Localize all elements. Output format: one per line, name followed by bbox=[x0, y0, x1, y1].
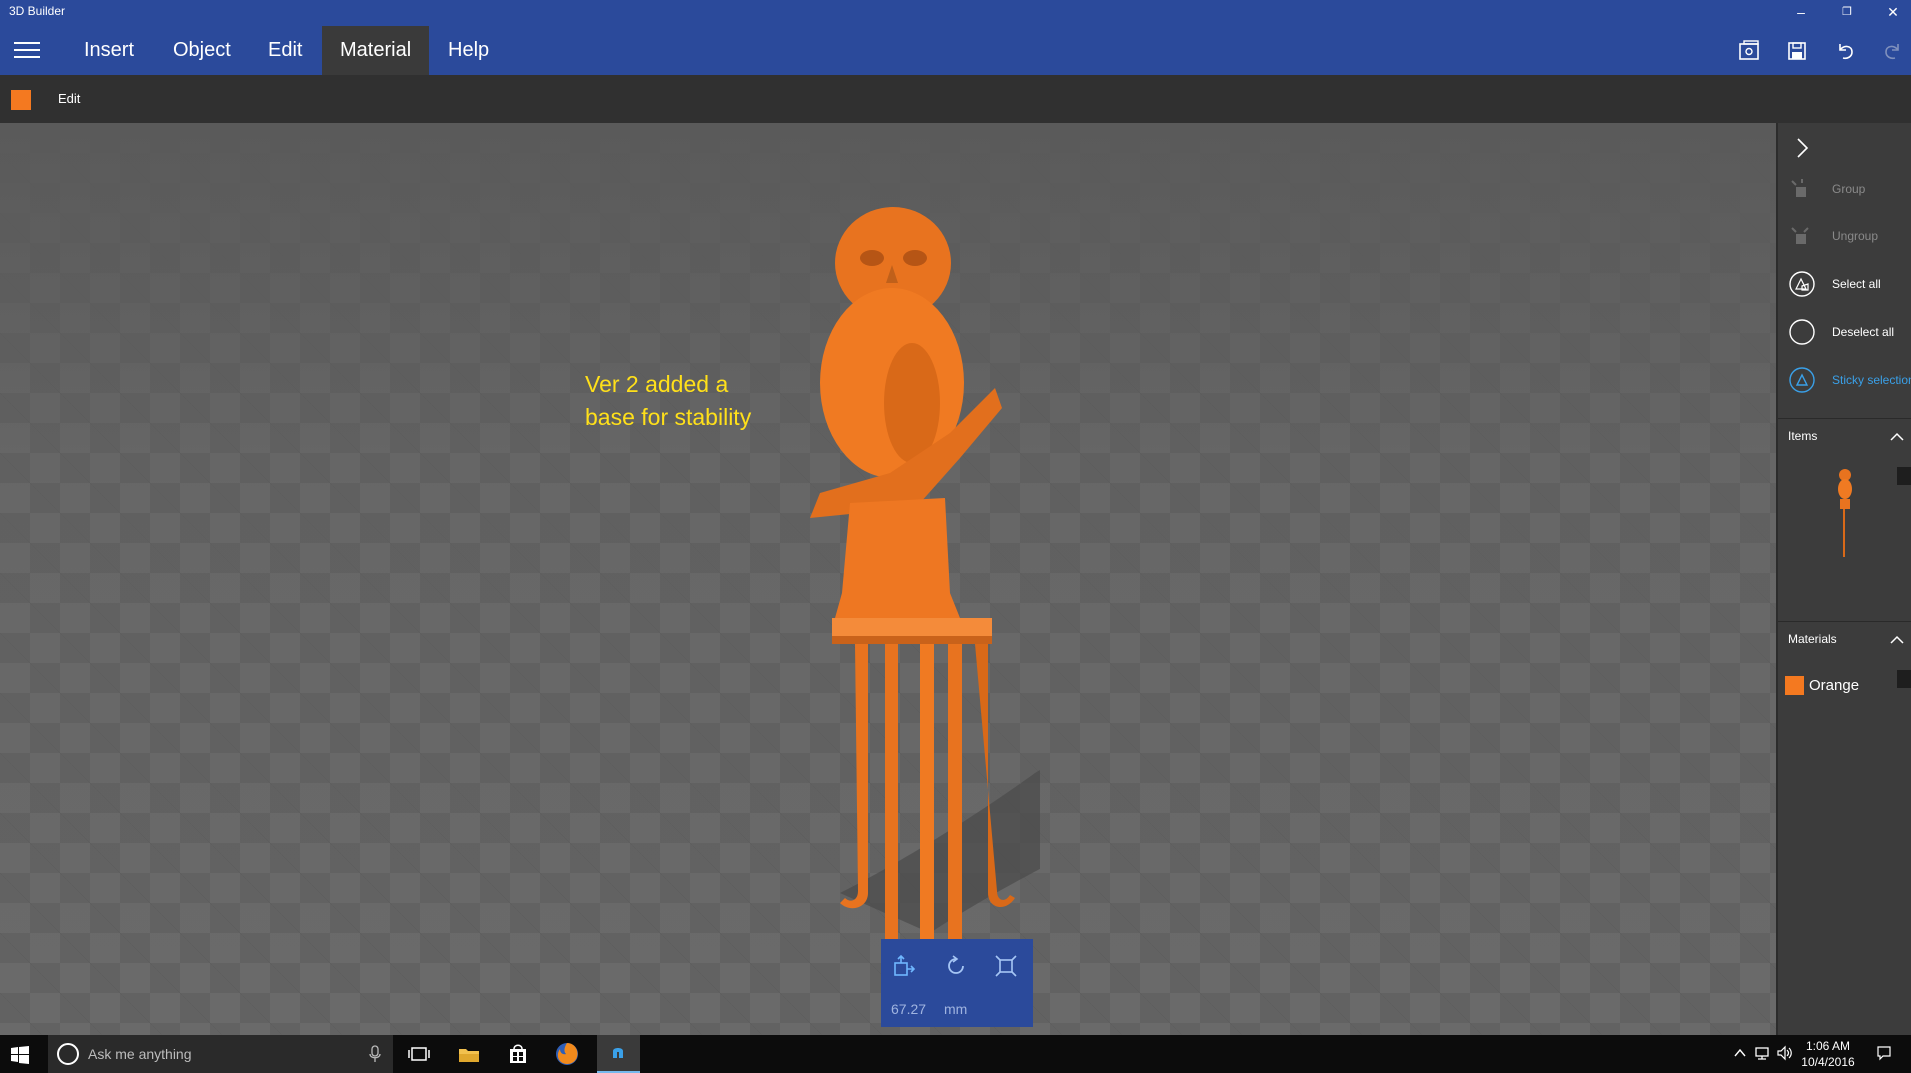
material-color-swatch[interactable] bbox=[11, 90, 31, 110]
task-view-icon[interactable] bbox=[406, 1041, 432, 1067]
hamburger-menu-icon[interactable] bbox=[14, 42, 40, 60]
menu-object[interactable]: Object bbox=[155, 26, 249, 75]
search-placeholder: Ask me anything bbox=[88, 1046, 192, 1062]
right-panel: Group Ungroup Select all Deselect all St… bbox=[1776, 123, 1911, 1035]
rotate-icon[interactable] bbox=[943, 953, 969, 979]
windows-taskbar: Ask me anything 1:06 AM 10/4/2016 bbox=[0, 1035, 1911, 1073]
file-explorer-icon[interactable] bbox=[456, 1041, 482, 1067]
show-hidden-icons-chevron-icon[interactable] bbox=[1732, 1045, 1748, 1061]
microphone-icon[interactable] bbox=[369, 1045, 381, 1063]
windows-start-icon[interactable] bbox=[10, 1045, 30, 1065]
items-header: Items bbox=[1788, 429, 1818, 443]
context-toolbar: Edit bbox=[0, 75, 1911, 123]
volume-icon[interactable] bbox=[1776, 1045, 1792, 1061]
menu-insert[interactable]: Insert bbox=[66, 26, 152, 75]
ungroup-label: Ungroup bbox=[1832, 229, 1879, 243]
menu-bar: Insert Object Edit Material Help bbox=[0, 26, 1911, 75]
sticky-selection-label: Sticky selection bbox=[1832, 373, 1911, 387]
items-scroll-marker[interactable] bbox=[1897, 467, 1911, 485]
cortana-icon[interactable] bbox=[57, 1043, 79, 1065]
3d-view-icon[interactable] bbox=[1736, 38, 1762, 64]
materials-scroll-marker[interactable] bbox=[1897, 670, 1911, 688]
restore-button[interactable]: ❐ bbox=[1824, 0, 1870, 26]
move-icon[interactable] bbox=[891, 953, 917, 979]
items-section: Items bbox=[1778, 418, 1911, 618]
app-window: 3D Builder – ❐ ✕ Insert Object Edit Mate… bbox=[0, 0, 1911, 1073]
select-all-icon bbox=[1789, 271, 1815, 297]
undo-icon[interactable] bbox=[1832, 38, 1858, 64]
save-icon[interactable] bbox=[1784, 38, 1810, 64]
group-icon bbox=[1791, 179, 1806, 197]
deselect-all-command[interactable]: Deselect all bbox=[1788, 318, 1911, 348]
select-all-command[interactable]: Select all bbox=[1788, 270, 1911, 300]
materials-section: Materials Orange bbox=[1778, 621, 1911, 721]
store-icon[interactable] bbox=[505, 1041, 531, 1067]
sticky-selection-command[interactable]: Sticky selection bbox=[1788, 366, 1911, 396]
sticky-selection-icon bbox=[1789, 367, 1815, 393]
taskbar-clock[interactable]: 1:06 AM 10/4/2016 bbox=[1798, 1038, 1858, 1070]
annotation-text: Ver 2 added a base for stability bbox=[585, 371, 752, 430]
clock-time: 1:06 AM bbox=[1805, 1039, 1851, 1053]
redo-icon[interactable] bbox=[1880, 38, 1906, 64]
group-command[interactable]: Group bbox=[1788, 175, 1911, 205]
action-center-icon[interactable] bbox=[1876, 1045, 1892, 1061]
dimension-unit[interactable]: mm bbox=[944, 1001, 967, 1017]
owl-model[interactable] bbox=[780, 173, 1040, 1003]
taskbar-3d-builder-active[interactable] bbox=[597, 1035, 640, 1073]
material-orange-label[interactable]: Orange bbox=[1809, 677, 1859, 694]
select-all-label: Select all bbox=[1832, 277, 1881, 291]
group-label: Group bbox=[1832, 182, 1866, 196]
collapse-materials-chevron-icon[interactable] bbox=[1889, 634, 1905, 646]
menu-edit[interactable]: Edit bbox=[250, 26, 320, 75]
clock-date: 10/4/2016 bbox=[1801, 1055, 1855, 1069]
menu-material[interactable]: Material bbox=[322, 26, 430, 75]
title-bar: 3D Builder – ❐ ✕ bbox=[0, 0, 1911, 26]
materials-header: Materials bbox=[1788, 632, 1837, 646]
ungroup-icon bbox=[1791, 227, 1809, 244]
deselect-all-icon bbox=[1789, 319, 1815, 345]
context-edit-label[interactable]: Edit bbox=[58, 91, 80, 106]
app-title: 3D Builder bbox=[9, 4, 66, 18]
scale-icon[interactable] bbox=[993, 953, 1019, 979]
minimize-button[interactable]: – bbox=[1778, 0, 1824, 26]
3d-builder-app-icon bbox=[613, 1048, 623, 1058]
deselect-all-label: Deselect all bbox=[1832, 325, 1895, 339]
dimension-value[interactable]: 67.27 bbox=[891, 1001, 926, 1017]
material-orange-swatch[interactable] bbox=[1785, 676, 1804, 695]
menu-help[interactable]: Help bbox=[430, 26, 507, 75]
owl-thumbnail[interactable] bbox=[1836, 467, 1854, 557]
cortana-search-box[interactable]: Ask me anything bbox=[48, 1035, 393, 1073]
collapse-items-chevron-icon[interactable] bbox=[1889, 431, 1905, 443]
close-button[interactable]: ✕ bbox=[1870, 0, 1911, 26]
3d-viewport[interactable]: Ver 2 added a base for stability 67.27 m… bbox=[0, 123, 1776, 1035]
ungroup-command[interactable]: Ungroup bbox=[1788, 222, 1911, 252]
transform-panel: 67.27 mm bbox=[881, 939, 1033, 1027]
collapse-panel-chevron-icon[interactable] bbox=[1792, 135, 1812, 161]
firefox-icon[interactable] bbox=[554, 1041, 580, 1067]
network-icon[interactable] bbox=[1754, 1045, 1770, 1061]
